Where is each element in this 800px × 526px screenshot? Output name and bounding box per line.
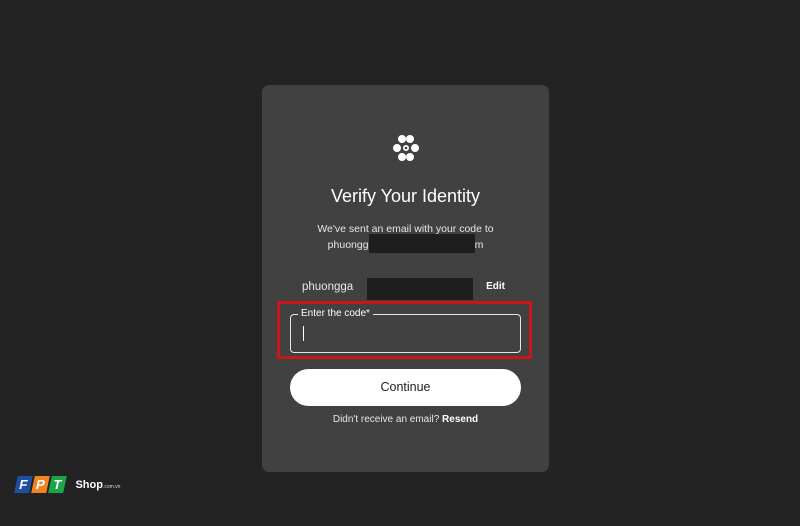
verify-card: Verify Your Identity We've sent an email… — [262, 85, 549, 472]
fpt-letter-t: T — [48, 476, 67, 494]
code-input[interactable]: Enter the code* — [290, 308, 521, 353]
code-input-label: Enter the code* — [298, 308, 373, 320]
email-suffix: m — [474, 238, 484, 251]
redaction-block — [367, 278, 473, 300]
masked-email: phuongg m — [327, 234, 484, 253]
email-prefix: phuongg — [327, 238, 369, 251]
flower-logo-icon — [393, 135, 419, 161]
redaction-block — [368, 234, 475, 253]
resend-row: Didn't receive an email? Resend — [262, 414, 549, 425]
resend-prompt: Didn't receive an email? — [332, 414, 440, 425]
sent-message: We've sent an email with your code to ph… — [262, 222, 549, 253]
fpt-letter-f: F — [14, 476, 33, 494]
text-caret — [303, 326, 304, 341]
watermark-domain: .com.vn — [102, 483, 121, 490]
watermark-brand-name: Shop — [75, 478, 103, 491]
account-row: phuongga Edit — [302, 278, 517, 300]
fptshop-watermark: FPT Shop.com.vn — [14, 476, 120, 498]
account-email: phuongga — [302, 281, 354, 293]
resend-link[interactable]: Resend — [442, 414, 478, 425]
edit-link[interactable]: Edit — [486, 281, 505, 292]
page: Verify Your Identity We've sent an email… — [0, 0, 800, 526]
page-title: Verify Your Identity — [330, 186, 481, 206]
watermark-brand: Shop.com.vn — [75, 479, 120, 491]
continue-button[interactable]: Continue — [290, 369, 521, 406]
fpt-letter-p: P — [31, 476, 50, 494]
